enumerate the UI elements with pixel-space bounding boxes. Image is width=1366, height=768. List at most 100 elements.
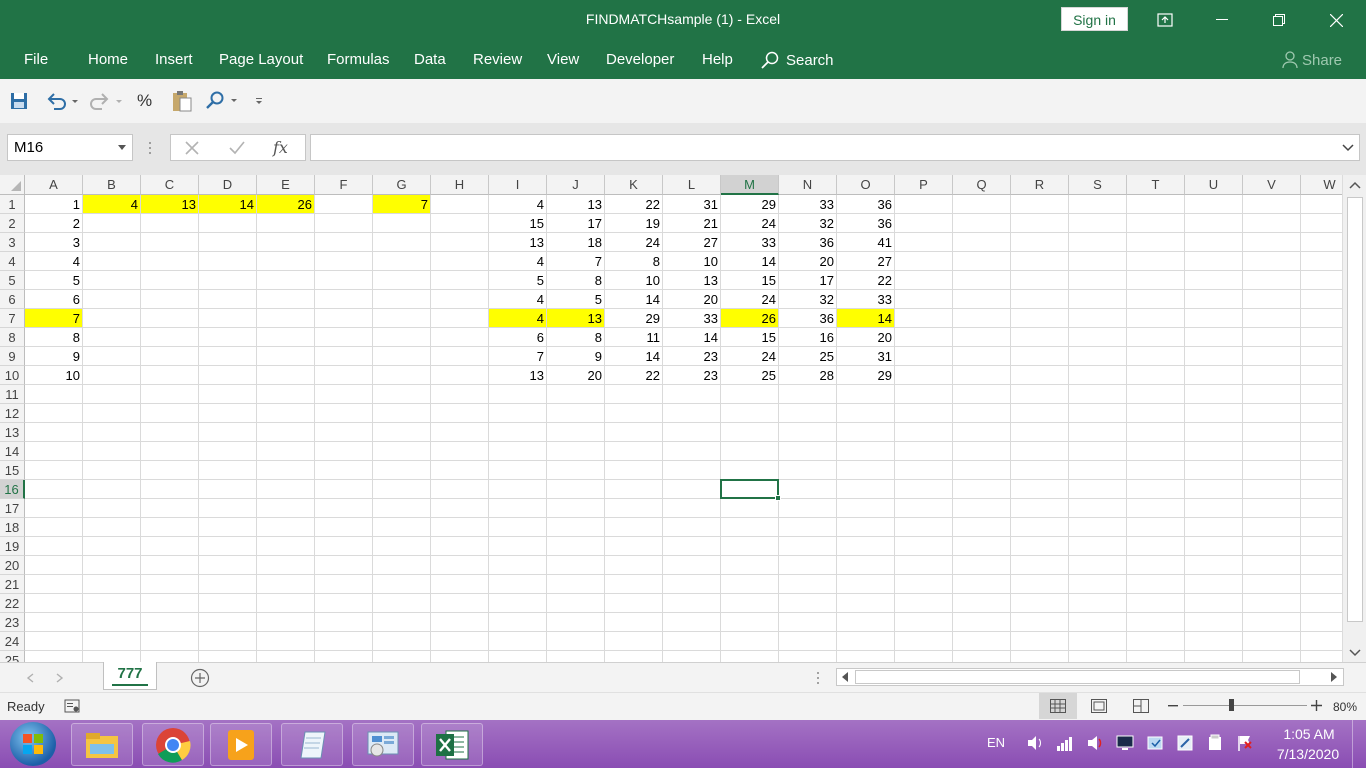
cell-q13[interactable] [953, 423, 1011, 442]
cell-j16[interactable] [547, 480, 605, 499]
cell-i8[interactable]: 6 [489, 328, 547, 347]
cell-a23[interactable] [25, 613, 83, 632]
cell-h25[interactable] [431, 651, 489, 662]
cell-j13[interactable] [547, 423, 605, 442]
cell-f15[interactable] [315, 461, 373, 480]
cell-b9[interactable] [83, 347, 141, 366]
cell-l7[interactable]: 33 [663, 309, 721, 328]
cell-d9[interactable] [199, 347, 257, 366]
column-header-t[interactable]: T [1127, 175, 1185, 195]
cell-p4[interactable] [895, 252, 953, 271]
cell-t9[interactable] [1127, 347, 1185, 366]
cell-e1[interactable]: 26 [257, 195, 315, 214]
cell-f6[interactable] [315, 290, 373, 309]
cell-h9[interactable] [431, 347, 489, 366]
taskbar-media-player[interactable] [210, 723, 272, 766]
cell-u12[interactable] [1185, 404, 1243, 423]
cell-v5[interactable] [1243, 271, 1301, 290]
cell-o16[interactable] [837, 480, 895, 499]
cell-e13[interactable] [257, 423, 315, 442]
taskbar-file-explorer[interactable] [71, 723, 133, 766]
cell-j7[interactable]: 13 [547, 309, 605, 328]
cell-a11[interactable] [25, 385, 83, 404]
cell-b13[interactable] [83, 423, 141, 442]
cell-k18[interactable] [605, 518, 663, 537]
row-header-7[interactable]: 7 [0, 309, 25, 328]
cell-n10[interactable]: 28 [779, 366, 837, 385]
cell-b16[interactable] [83, 480, 141, 499]
cell-p2[interactable] [895, 214, 953, 233]
cell-c23[interactable] [141, 613, 199, 632]
cell-e23[interactable] [257, 613, 315, 632]
cell-t15[interactable] [1127, 461, 1185, 480]
cell-m4[interactable]: 14 [721, 252, 779, 271]
cell-r13[interactable] [1011, 423, 1069, 442]
cell-t1[interactable] [1127, 195, 1185, 214]
cell-f7[interactable] [315, 309, 373, 328]
cell-g13[interactable] [373, 423, 431, 442]
cell-b4[interactable] [83, 252, 141, 271]
customize-qat-icon[interactable] [254, 89, 264, 113]
cell-w9[interactable] [1301, 347, 1342, 366]
cell-e22[interactable] [257, 594, 315, 613]
close-icon[interactable] [1313, 0, 1359, 40]
cell-f12[interactable] [315, 404, 373, 423]
row-header-17[interactable]: 17 [0, 499, 25, 518]
cell-b2[interactable] [83, 214, 141, 233]
cell-n24[interactable] [779, 632, 837, 651]
cell-b14[interactable] [83, 442, 141, 461]
cell-q22[interactable] [953, 594, 1011, 613]
cell-r11[interactable] [1011, 385, 1069, 404]
cell-t11[interactable] [1127, 385, 1185, 404]
cell-t3[interactable] [1127, 233, 1185, 252]
cell-a7[interactable]: 7 [25, 309, 83, 328]
cell-i5[interactable]: 5 [489, 271, 547, 290]
cell-e20[interactable] [257, 556, 315, 575]
cell-s23[interactable] [1069, 613, 1127, 632]
cell-w8[interactable] [1301, 328, 1342, 347]
row-header-23[interactable]: 23 [0, 613, 25, 632]
column-header-j[interactable]: J [547, 175, 605, 195]
row-header-10[interactable]: 10 [0, 366, 25, 385]
cell-l20[interactable] [663, 556, 721, 575]
cell-d10[interactable] [199, 366, 257, 385]
cell-w15[interactable] [1301, 461, 1342, 480]
cell-t5[interactable] [1127, 271, 1185, 290]
tab-data[interactable]: Data [414, 51, 446, 68]
cell-g10[interactable] [373, 366, 431, 385]
cell-v6[interactable] [1243, 290, 1301, 309]
cell-w25[interactable] [1301, 651, 1342, 662]
cell-e16[interactable] [257, 480, 315, 499]
cell-p11[interactable] [895, 385, 953, 404]
cell-o10[interactable]: 29 [837, 366, 895, 385]
cell-j3[interactable]: 18 [547, 233, 605, 252]
cell-w3[interactable] [1301, 233, 1342, 252]
cell-r15[interactable] [1011, 461, 1069, 480]
cell-u25[interactable] [1185, 651, 1243, 662]
cell-b7[interactable] [83, 309, 141, 328]
cell-m22[interactable] [721, 594, 779, 613]
cell-f4[interactable] [315, 252, 373, 271]
clock-date[interactable]: 7/13/2020 [1272, 746, 1344, 762]
cell-l19[interactable] [663, 537, 721, 556]
cell-g3[interactable] [373, 233, 431, 252]
row-header-19[interactable]: 19 [0, 537, 25, 556]
cell-o1[interactable]: 36 [837, 195, 895, 214]
cell-g9[interactable] [373, 347, 431, 366]
cell-k21[interactable] [605, 575, 663, 594]
cell-m13[interactable] [721, 423, 779, 442]
cell-w2[interactable] [1301, 214, 1342, 233]
cell-s3[interactable] [1069, 233, 1127, 252]
cell-o23[interactable] [837, 613, 895, 632]
cell-i25[interactable] [489, 651, 547, 662]
cell-w11[interactable] [1301, 385, 1342, 404]
cell-n5[interactable]: 17 [779, 271, 837, 290]
cell-v23[interactable] [1243, 613, 1301, 632]
cell-j1[interactable]: 13 [547, 195, 605, 214]
cell-a25[interactable] [25, 651, 83, 662]
tab-insert[interactable]: Insert [155, 51, 193, 68]
cell-n13[interactable] [779, 423, 837, 442]
cell-l23[interactable] [663, 613, 721, 632]
cell-c7[interactable] [141, 309, 199, 328]
cell-w5[interactable] [1301, 271, 1342, 290]
